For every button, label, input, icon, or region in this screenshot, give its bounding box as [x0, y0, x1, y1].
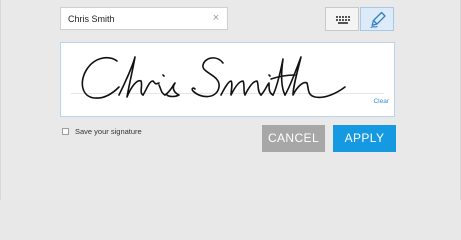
save-signature-checkbox[interactable]	[62, 127, 69, 135]
name-input[interactable]	[68, 8, 208, 29]
clear-signature-link[interactable]: Clear	[373, 98, 389, 105]
pen-icon	[370, 11, 386, 29]
panel-left-border	[0, 0, 1, 200]
apply-button[interactable]: APPLY	[333, 125, 396, 152]
handwritten-signature	[81, 56, 346, 99]
input-mode-toggle	[325, 7, 395, 31]
keyboard-mode-button[interactable]	[325, 7, 359, 31]
signature-pad[interactable]: Clear	[60, 42, 395, 117]
cancel-button[interactable]: CANCEL	[262, 125, 325, 152]
save-signature-option[interactable]: Save your signature	[62, 126, 142, 136]
save-signature-label[interactable]: Save your signature	[75, 127, 142, 136]
name-field[interactable]: ×	[60, 7, 228, 30]
draw-mode-button[interactable]	[360, 7, 394, 31]
signature-dialog: ×	[0, 0, 461, 200]
close-icon[interactable]: ×	[210, 12, 222, 24]
keyboard-icon	[336, 16, 350, 24]
